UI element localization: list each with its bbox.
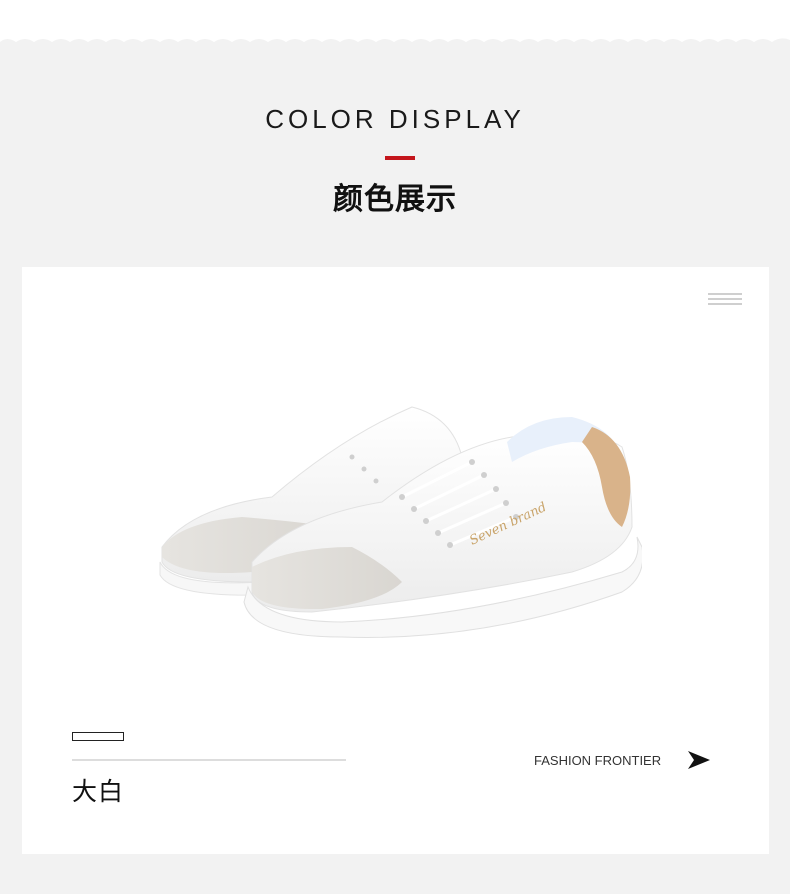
product-color-card: Seven brand 大白 FASHION FRONTIER	[22, 267, 769, 854]
white-sneaker-image: Seven brand	[159, 406, 642, 638]
section-title-chinese: 颜色展示	[333, 182, 457, 217]
label-outline-box	[72, 732, 124, 741]
scalloped-top-border	[0, 0, 790, 42]
label-divider-line	[72, 759, 346, 761]
color-name-label: 大白	[72, 777, 125, 806]
title-accent-bar	[385, 156, 415, 160]
section-title-english: COLOR DISPLAY	[265, 104, 525, 134]
fashion-frontier-tagline: FASHION FRONTIER	[534, 753, 662, 768]
arrow-right-icon[interactable]	[688, 751, 710, 769]
menu-lines-icon[interactable]	[708, 293, 742, 309]
